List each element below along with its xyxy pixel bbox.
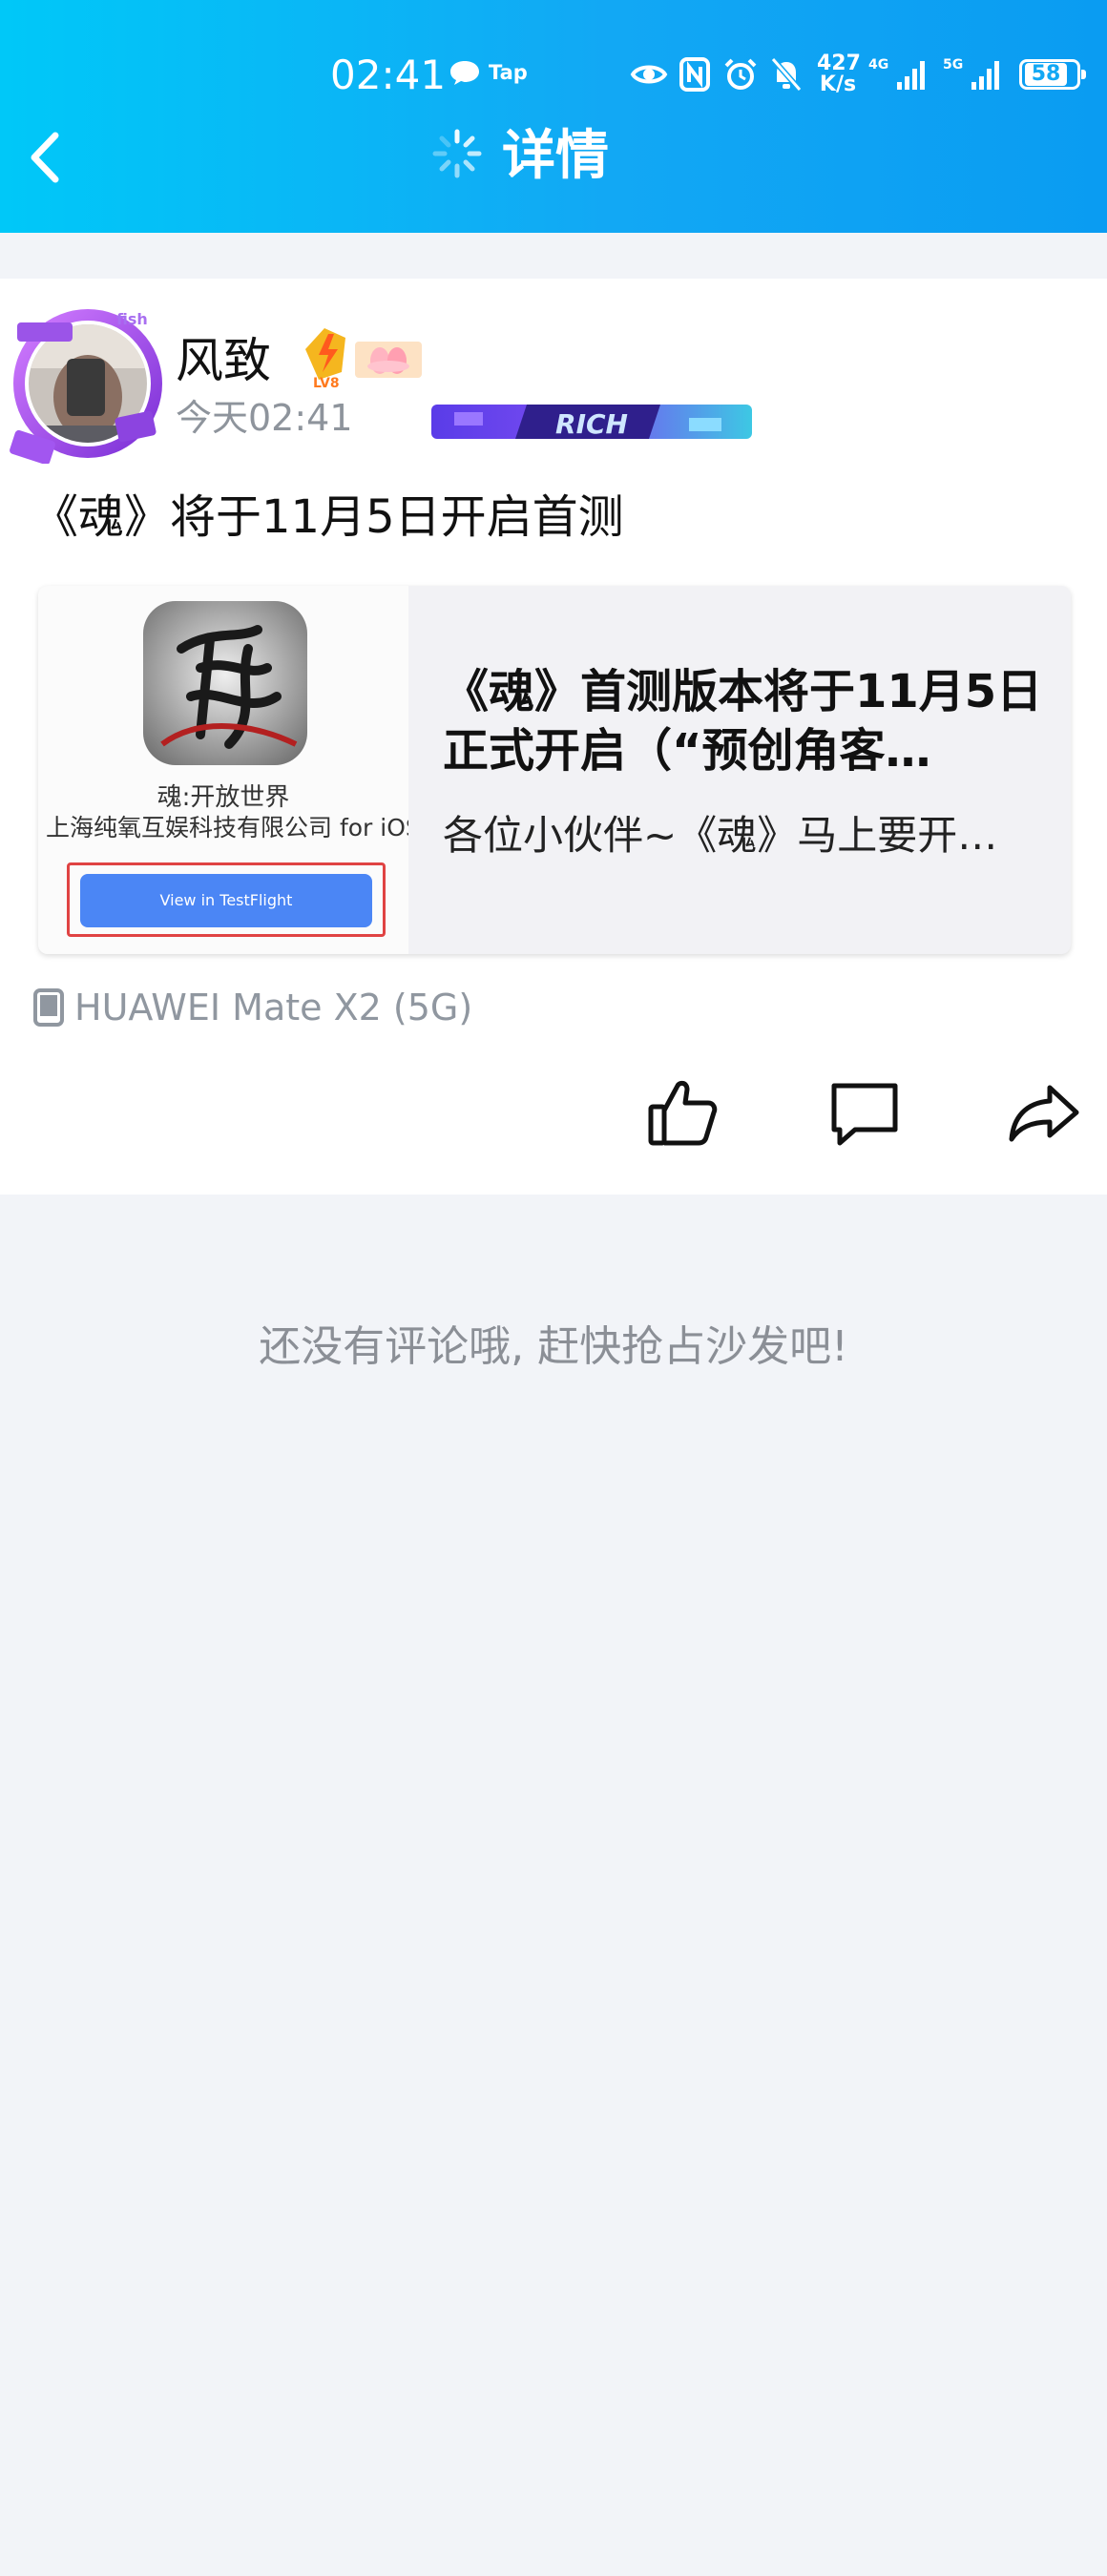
tap-app-label: Tap (489, 61, 528, 84)
status-time: 02:41 (330, 52, 447, 98)
level-badge: LV8 (305, 328, 422, 391)
author-name[interactable]: 风致 (176, 332, 271, 389)
back-button[interactable] (19, 124, 76, 191)
top-app-bar: 02:41 Tap 427 K/s 4G 5G 58 详情 (0, 0, 1107, 233)
svg-text:RICH: RICH (555, 408, 628, 440)
battery-icon: 58 (1019, 59, 1086, 90)
svg-text:LV8: LV8 (313, 376, 340, 391)
rich-badge: RICH (431, 405, 752, 440)
link-summary: 各位小伙伴~《魂》马上要开… (443, 812, 998, 859)
eye-icon (630, 65, 668, 84)
comment-icon (831, 1083, 898, 1146)
link-thumbnail: 魂:开放世界 上海纯氧互娱科技有限公司 for iOS View in Test… (38, 586, 408, 954)
status-icons: 427 K/s 4G 5G 58 (630, 52, 1086, 96)
link-preview-card[interactable]: 魂:开放世界 上海纯氧互娱科技有限公司 for iOS View in Test… (38, 586, 1071, 954)
share-icon (1009, 1085, 1079, 1142)
chat-bubble-icon (450, 61, 479, 85)
game-app-icon (143, 601, 307, 765)
network-speed: 427 K/s (817, 52, 861, 96)
post-time: 今天02:41 (176, 397, 353, 439)
svg-text:fish: fish (116, 310, 148, 328)
testflight-button-image: View in TestFlight (80, 874, 372, 927)
thumb-app-title: 魂:开放世界 (157, 783, 290, 812)
like-button[interactable] (645, 1074, 721, 1151)
device-label: HUAWEI Mate X2 (5G) (74, 987, 473, 1028)
alarm-icon (724, 58, 757, 90)
nfc-icon (679, 57, 710, 92)
like-icon (648, 1080, 718, 1146)
avatar[interactable]: fish (10, 301, 168, 464)
post-title: 《魂》将于11月5日开启首测 (32, 490, 624, 544)
mute-bell-icon (770, 57, 803, 92)
post-card: fish 风致 LV8 今天02:41 RICH 《魂》将于11月5日开启首测 (0, 279, 1107, 1195)
link-headline: 《魂》首测版本将于11月5日正式开启（“预创角客… (443, 665, 1043, 778)
loading-spinner-icon (432, 129, 482, 178)
comment-button[interactable] (826, 1074, 903, 1151)
phone-icon (33, 988, 64, 1027)
device-info: HUAWEI Mate X2 (5G) (32, 981, 472, 1034)
share-button[interactable] (1006, 1074, 1082, 1151)
signal-5g: 5G (943, 57, 1004, 92)
thumb-company: 上海纯氧互娱科技有限公司 for iOS (46, 814, 408, 841)
signal-4g: 4G (868, 57, 929, 92)
no-comments-text: 还没有评论哦, 赶快抢占沙发吧! (259, 1322, 848, 1371)
page-title: 详情 (502, 125, 609, 187)
